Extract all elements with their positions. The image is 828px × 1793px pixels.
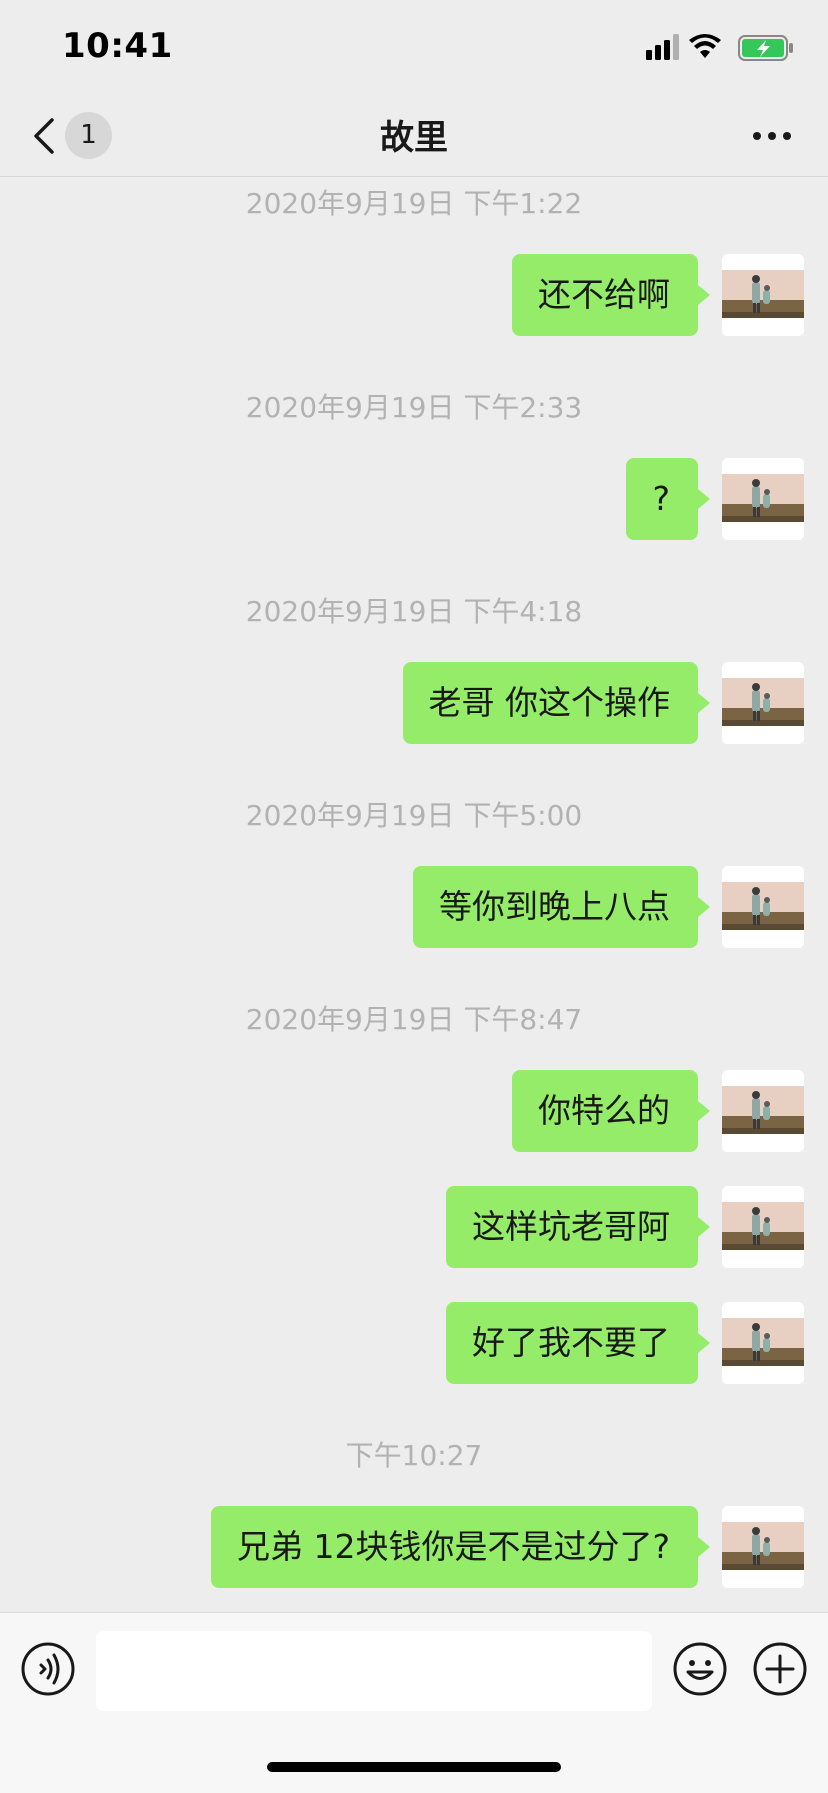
- message-timestamp: 2020年9月19日 下午1:22: [245, 187, 583, 220]
- avatar-photo: [722, 1506, 804, 1588]
- nav-bar: 1 故里: [0, 100, 828, 177]
- user-avatar[interactable]: [722, 1506, 804, 1588]
- avatar-photo: [722, 254, 804, 336]
- message-timestamp: 2020年9月19日 下午8:47: [245, 1003, 583, 1036]
- message-bubble[interactable]: 这样坑老哥阿: [446, 1186, 710, 1268]
- user-avatar[interactable]: [722, 866, 804, 948]
- message-bubble[interactable]: 好了我不要了: [446, 1302, 710, 1384]
- message-bubble[interactable]: 你特么的: [512, 1070, 710, 1152]
- more-icon[interactable]: [752, 130, 792, 142]
- avatar-photo: [722, 662, 804, 744]
- cellular-signal-icon: [646, 34, 679, 60]
- message-timestamp: 2020年9月19日 下午5:00: [245, 799, 583, 832]
- avatar-photo: [722, 1186, 804, 1268]
- message-timestamp: 下午10:27: [345, 1439, 483, 1472]
- avatar-photo: [722, 1070, 804, 1152]
- user-avatar[interactable]: [722, 1186, 804, 1268]
- user-avatar[interactable]: [722, 1302, 804, 1384]
- avatar-photo: [722, 458, 804, 540]
- message-bubble[interactable]: ?: [626, 458, 710, 540]
- user-avatar[interactable]: [722, 254, 804, 336]
- user-avatar[interactable]: [722, 458, 804, 540]
- battery-charging-icon: [738, 35, 793, 61]
- voice-icon[interactable]: [20, 1641, 76, 1697]
- chat-title: 故里: [380, 118, 448, 158]
- message-timestamp: 2020年9月19日 下午2:33: [245, 391, 583, 424]
- message-bubble[interactable]: 还不给啊: [512, 254, 710, 336]
- status-time: 10:41: [62, 26, 173, 66]
- user-avatar[interactable]: [722, 1070, 804, 1152]
- user-avatar[interactable]: [722, 662, 804, 744]
- message-bubble[interactable]: 兄弟 12块钱你是不是过分了?: [211, 1506, 710, 1588]
- emoji-icon[interactable]: [672, 1641, 728, 1697]
- message-input[interactable]: [96, 1631, 652, 1711]
- avatar-photo: [722, 1302, 804, 1384]
- message-bubble[interactable]: 老哥 你这个操作: [402, 662, 710, 744]
- wifi-icon: [689, 34, 721, 58]
- message-bubble[interactable]: 等你到晚上八点: [413, 866, 710, 948]
- message-timestamp: 2020年9月19日 下午4:18: [245, 595, 583, 628]
- avatar-photo: [722, 866, 804, 948]
- status-bar: 10:41: [0, 0, 828, 100]
- home-indicator: [267, 1762, 561, 1772]
- plus-icon[interactable]: [752, 1641, 808, 1697]
